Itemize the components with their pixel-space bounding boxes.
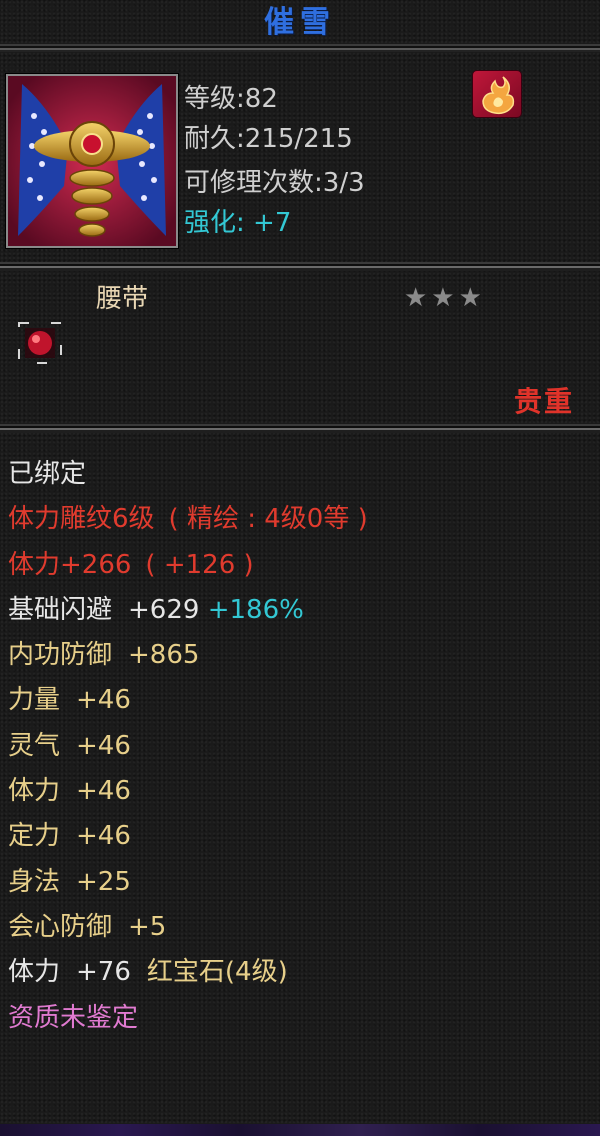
divider bbox=[0, 262, 600, 271]
item-rarity: 贵重 bbox=[513, 385, 574, 418]
item-level: 等级:82 bbox=[184, 84, 278, 114]
attr-quality: 资质未鉴定 bbox=[8, 1002, 139, 1033]
star-rating: ★★★ bbox=[404, 283, 486, 313]
bottom-border bbox=[0, 1124, 600, 1136]
item-repair-count: 可修理次数:3/3 bbox=[184, 168, 365, 198]
attribute-list: 已绑定 体力雕纹6级( 精绘 : 4级0等 ) 体力+266( +126 ) 基… bbox=[8, 452, 598, 1041]
attr-spirit: 灵气 +46 bbox=[8, 730, 131, 761]
gem-slot-icon[interactable] bbox=[18, 322, 62, 364]
item-durability: 耐久:215/215 bbox=[184, 124, 353, 154]
attr-agility: 身法 +25 bbox=[8, 866, 131, 897]
belt-item-icon bbox=[6, 74, 178, 248]
bound-status: 已绑定 bbox=[8, 459, 87, 489]
fire-element-icon bbox=[472, 70, 522, 118]
divider bbox=[0, 424, 600, 433]
item-title: 催雪 bbox=[264, 5, 336, 40]
item-type: 腰带 bbox=[96, 284, 149, 314]
attr-stamina-main: 体力+266( +126 ) bbox=[8, 549, 254, 580]
attr-focus: 定力 +46 bbox=[8, 821, 131, 852]
attr-strength: 力量 +46 bbox=[8, 685, 131, 716]
attr-gem: 体力 +76 红宝石(4级) bbox=[8, 957, 288, 988]
attr-stamina: 体力 +46 bbox=[8, 776, 131, 807]
attr-carve: 体力雕纹6级( 精绘 : 4级0等 ) bbox=[8, 504, 368, 535]
attr-inner-defense: 内功防御 +865 bbox=[8, 640, 200, 671]
item-enhance: 强化: +7 bbox=[184, 208, 292, 238]
attr-dodge: 基础闪避 +629 +186% bbox=[8, 594, 304, 625]
attr-crit-defense: 会心防御 +5 bbox=[8, 911, 167, 942]
divider bbox=[0, 44, 600, 52]
